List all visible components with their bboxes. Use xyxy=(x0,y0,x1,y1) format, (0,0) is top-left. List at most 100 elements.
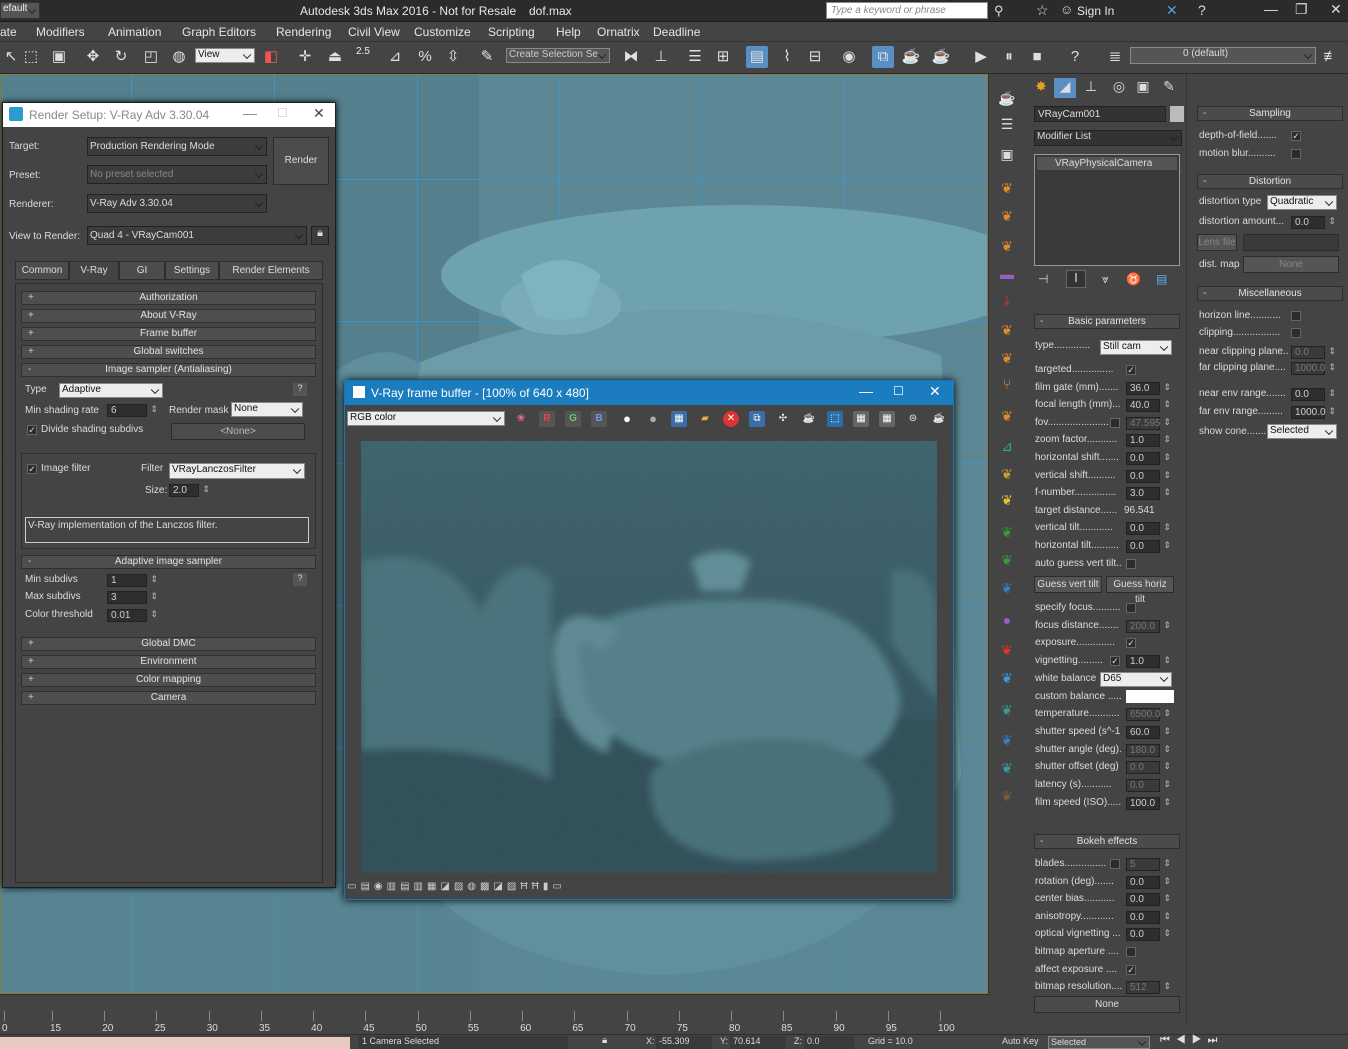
near-clip-spinner[interactable]: 0.0 xyxy=(1291,346,1336,359)
playback-controls[interactable]: ⏮◀▶⏭ xyxy=(1160,1034,1223,1047)
clump-icon[interactable]: ⤓ xyxy=(997,290,1017,310)
menu-item[interactable]: Modifiers xyxy=(36,25,85,39)
tab-settings[interactable]: Settings xyxy=(165,261,219,280)
bend-icon[interactable]: ❦ xyxy=(997,640,1017,660)
plant-icon[interactable]: ❦ xyxy=(997,550,1017,570)
layer-add-icon[interactable]: ≢ xyxy=(1320,46,1342,68)
camera-param-spinner[interactable]: 0.0 xyxy=(1126,522,1171,536)
global-switches-rollout[interactable]: + Global switches xyxy=(21,345,316,359)
scale-icon[interactable]: ◰ xyxy=(140,46,162,68)
align-icon[interactable]: ⊥ xyxy=(650,46,672,68)
authorization-rollout[interactable]: + Authorization xyxy=(21,291,316,305)
dialog-close-button[interactable]: ✕ xyxy=(313,105,325,122)
percent-snap-icon[interactable]: % xyxy=(414,46,436,68)
rotate-icon[interactable]: ↻ xyxy=(110,46,132,68)
camera-param-spinner[interactable]: 0.0 xyxy=(1126,469,1171,483)
camera-param-spinner[interactable]: 40.0 xyxy=(1126,399,1171,413)
tab-vray[interactable]: V-Ray xyxy=(69,261,119,280)
bokeh-bitmap-none-button[interactable]: None xyxy=(1034,996,1180,1013)
utilities-tab-icon[interactable]: ✎ xyxy=(1158,78,1180,98)
groom-icon[interactable]: ❦ xyxy=(997,464,1017,484)
menu-item[interactable]: Deadline xyxy=(653,25,700,39)
display-tab-icon[interactable]: ▣ xyxy=(1132,78,1154,98)
image-filter-checkbox[interactable]: ✓ xyxy=(27,464,37,474)
menu-item[interactable]: Help xyxy=(556,25,581,39)
snap-value[interactable]: 2.5 xyxy=(356,46,370,57)
adaptive-sampler-rollout[interactable]: - Adaptive image sampler xyxy=(21,555,316,569)
curl-icon[interactable]: ❦ xyxy=(997,320,1017,340)
bokeh-effects-rollout[interactable]: Bokeh effects xyxy=(1034,834,1180,849)
manipulate-icon[interactable]: ✛ xyxy=(294,46,316,68)
spinner-snap-icon[interactable]: ⇳ xyxy=(442,46,464,68)
clipping-checkbox[interactable] xyxy=(1291,328,1301,338)
help-icon[interactable]: ? xyxy=(1198,2,1206,18)
load-image-icon[interactable]: ▰ xyxy=(697,411,713,427)
render-frame-icon[interactable]: ☕ xyxy=(900,46,922,68)
teapot-icon[interactable]: ☕ xyxy=(997,88,1017,108)
make-unique-icon[interactable]: ⩔ xyxy=(1102,272,1109,287)
schematic-view-icon[interactable]: ⊟ xyxy=(804,46,826,68)
menu-item[interactable]: Animation xyxy=(108,25,161,39)
track-mouse-icon[interactable]: ✣ xyxy=(775,411,791,427)
coord-x-field[interactable]: -55.309 xyxy=(656,1036,712,1049)
sampler-type-dropdown[interactable]: Adaptive xyxy=(59,383,163,398)
min-shading-rate-spinner[interactable]: 6 xyxy=(107,404,158,417)
distortion-rollout[interactable]: Distortion xyxy=(1197,174,1343,189)
bokeh-param-spinner[interactable]: 0.0 xyxy=(1126,875,1171,889)
menu-item[interactable]: Ornatrix xyxy=(597,25,640,39)
configure-sets-icon[interactable]: ▤ xyxy=(1156,272,1167,286)
tab-gi[interactable]: GI xyxy=(119,261,165,280)
layers-icon[interactable]: ≣ xyxy=(1104,46,1126,68)
remove-modifier-icon[interactable]: ♉ xyxy=(1126,272,1141,286)
stereo-icon[interactable]: ⊜ xyxy=(905,411,921,427)
camera-param-spinner[interactable]: 36.0 xyxy=(1126,381,1171,395)
layer-dropdown[interactable]: 0 (default) xyxy=(1130,47,1316,64)
maxscript-listener[interactable] xyxy=(0,1037,350,1049)
object-name-field[interactable]: VRayCam001 xyxy=(1034,106,1166,122)
guide-icon[interactable]: ⊿ xyxy=(997,436,1017,456)
image-sampler-rollout[interactable]: - Image sampler (Antialiasing) xyxy=(21,363,316,377)
rendered-image[interactable] xyxy=(361,441,937,873)
camera-icon[interactable]: ▣ xyxy=(997,144,1017,164)
mirror-icon[interactable]: ⧓ xyxy=(620,46,642,68)
star-icon[interactable]: ☆ xyxy=(1036,2,1049,19)
vfb-maximize-button[interactable]: ☐ xyxy=(893,384,904,398)
restore-button[interactable]: ❐ xyxy=(1295,1,1308,18)
min-subdivs-spinner[interactable]: 1 xyxy=(107,574,158,587)
edit-named-selection-icon[interactable]: ✎ xyxy=(476,46,498,68)
bokeh-param-spinner[interactable]: 0.0 xyxy=(1126,910,1171,924)
window-crossing-icon[interactable]: ▣ xyxy=(48,46,70,68)
light-icon[interactable]: ❦ xyxy=(997,178,1017,198)
sphere-icon[interactable]: ● xyxy=(997,610,1017,630)
ref-coord-dropdown[interactable]: View xyxy=(195,48,255,63)
camera-param-spinner[interactable]: 0.0 xyxy=(1126,452,1171,465)
scene-explorer-icon[interactable]: ⊞ xyxy=(712,46,734,68)
curve-editor-icon[interactable]: ⌇ xyxy=(776,46,798,68)
fov-checkbox[interactable] xyxy=(1110,417,1120,428)
keyboard-shortcut-icon[interactable]: ⏏ xyxy=(324,46,346,68)
tab-render-elements[interactable]: Render Elements xyxy=(219,261,323,280)
near-env-spinner[interactable]: 0.0 xyxy=(1291,388,1336,401)
basic-params-rollout[interactable]: Basic parameters xyxy=(1034,314,1180,329)
target-dropdown[interactable]: Production Rendering Mode xyxy=(87,137,267,156)
view-to-render-dropdown[interactable]: Quad 4 - VRayCam001 xyxy=(87,226,307,245)
list-icon[interactable]: ☰ xyxy=(997,114,1017,134)
render-production-icon[interactable]: ☕ xyxy=(930,46,952,68)
menu-item[interactable]: Graph Editors xyxy=(182,25,256,39)
modifier-list-dropdown[interactable]: Modifier List xyxy=(1034,130,1182,146)
search-field[interactable]: Type a keyword or phrase xyxy=(826,2,988,19)
vfb-titlebar[interactable]: V-Ray frame buffer - [100% of 640 x 480]… xyxy=(345,381,953,405)
rope-icon[interactable]: ❦ xyxy=(997,206,1017,226)
duplicate-to-vfb-icon[interactable]: ⧉ xyxy=(749,411,765,427)
toggle-ribbon-icon[interactable]: ▤ xyxy=(746,46,768,68)
channel-dropdown[interactable]: RGB color xyxy=(347,411,505,426)
coord-z-field[interactable]: 0.0 xyxy=(804,1036,854,1049)
render-setup-titlebar[interactable]: Render Setup: V-Ray Adv 3.30.04 — ☐ ✕ xyxy=(3,103,335,127)
bokeh-param-spinner[interactable]: 512 xyxy=(1126,981,1171,995)
strands-icon[interactable]: ❦ xyxy=(997,406,1017,426)
fork-icon[interactable]: ⑂ xyxy=(997,374,1017,394)
camera-param-checkbox[interactable] xyxy=(1126,603,1136,613)
user-icon[interactable]: ☺ xyxy=(1060,2,1073,17)
horizon-line-checkbox[interactable] xyxy=(1291,311,1301,321)
lock-view-icon[interactable]: 🔒︎ xyxy=(311,226,329,245)
